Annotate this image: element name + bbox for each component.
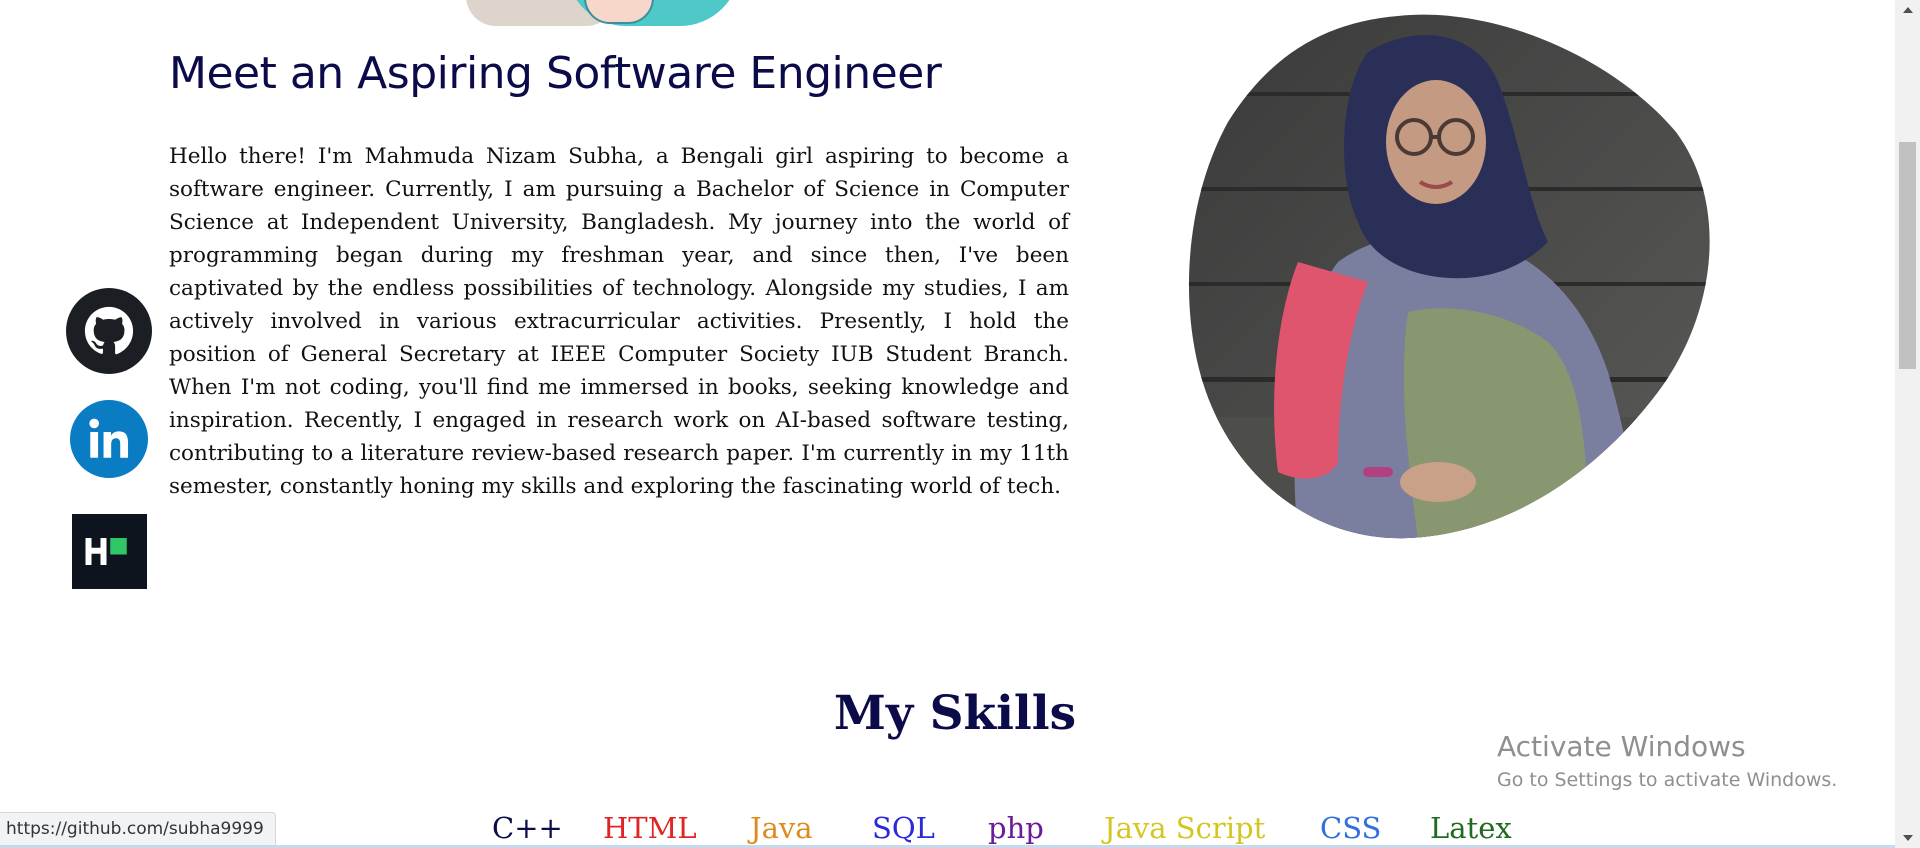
skill-sql[interactable]: SQL — [872, 811, 935, 845]
linkedin-icon — [70, 400, 148, 478]
vertical-scrollbar[interactable] — [1895, 0, 1920, 848]
watermark-title: Activate Windows — [1497, 730, 1746, 763]
skill-css[interactable]: CSS — [1320, 811, 1381, 845]
page: Meet an Aspiring Software Engineer Hello… — [0, 0, 1895, 848]
caret-up-icon — [1902, 7, 1913, 13]
profile-photo — [1188, 14, 1710, 539]
skill-javascript[interactable]: Java Script — [1104, 811, 1265, 845]
github-link[interactable] — [66, 288, 152, 374]
github-icon — [66, 288, 152, 374]
skill-java[interactable]: Java — [750, 811, 813, 845]
scroll-down-button[interactable] — [1895, 828, 1920, 848]
scroll-up-button[interactable] — [1895, 0, 1920, 20]
scrollbar-thumb[interactable] — [1899, 142, 1916, 369]
activate-windows-watermark: Activate Windows Go to Settings to activ… — [1497, 730, 1837, 794]
skill-cpp[interactable]: C++ — [492, 811, 563, 845]
linkedin-link[interactable] — [70, 400, 148, 478]
caret-down-icon — [1902, 835, 1913, 841]
about-title: Meet an Aspiring Software Engineer — [169, 48, 942, 99]
about-paragraph: Hello there! I'm Mahmuda Nizam Subha, a … — [169, 144, 1069, 499]
skill-html[interactable]: HTML — [603, 811, 697, 845]
hero-illustration — [466, 0, 740, 26]
hackerrank-link[interactable] — [72, 514, 147, 589]
skill-php[interactable]: php — [988, 811, 1044, 845]
hackerrank-icon — [72, 514, 147, 589]
watermark-subtitle: Go to Settings to activate Windows. — [1497, 769, 1838, 791]
status-bar-url: https://github.com/subha9999 — [0, 812, 276, 846]
skill-latex[interactable]: Latex — [1430, 811, 1512, 845]
